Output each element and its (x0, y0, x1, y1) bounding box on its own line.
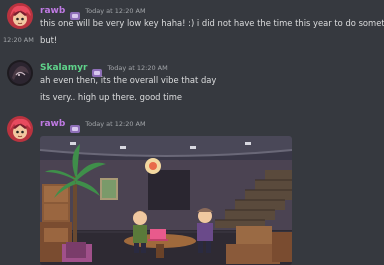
message-text: this one will be very low key haha! :) i… (40, 18, 384, 28)
chat-messages: rawb Today at 12:20 AM this one will be … (0, 0, 384, 265)
avatar[interactable] (7, 3, 33, 29)
message-group: rawb Today at 12:20 AM this one will be … (0, 0, 384, 50)
message-timestamp[interactable]: Today at 12:20 AM (85, 117, 145, 131)
hover-timestamp[interactable]: 12:20 AM (3, 33, 34, 47)
message-text: but! (40, 35, 58, 45)
avatar[interactable] (7, 60, 33, 86)
avatar[interactable] (7, 116, 33, 142)
message-header: rawb Today at 12:20 AM (40, 117, 146, 133)
role-badge-icon (69, 6, 81, 20)
message-group: Skalamyr Today at 12:20 AM ah even then,… (0, 57, 384, 107)
message-text: ah even then, its the overall vibe that … (40, 75, 217, 85)
attachment-illustration (40, 136, 292, 265)
role-badge-icon (69, 119, 81, 133)
image-attachment[interactable] (40, 136, 292, 265)
username[interactable]: rawb (40, 117, 65, 131)
role-badge-icon (91, 63, 103, 77)
message-text: its very.. high up there. good time (40, 92, 183, 102)
